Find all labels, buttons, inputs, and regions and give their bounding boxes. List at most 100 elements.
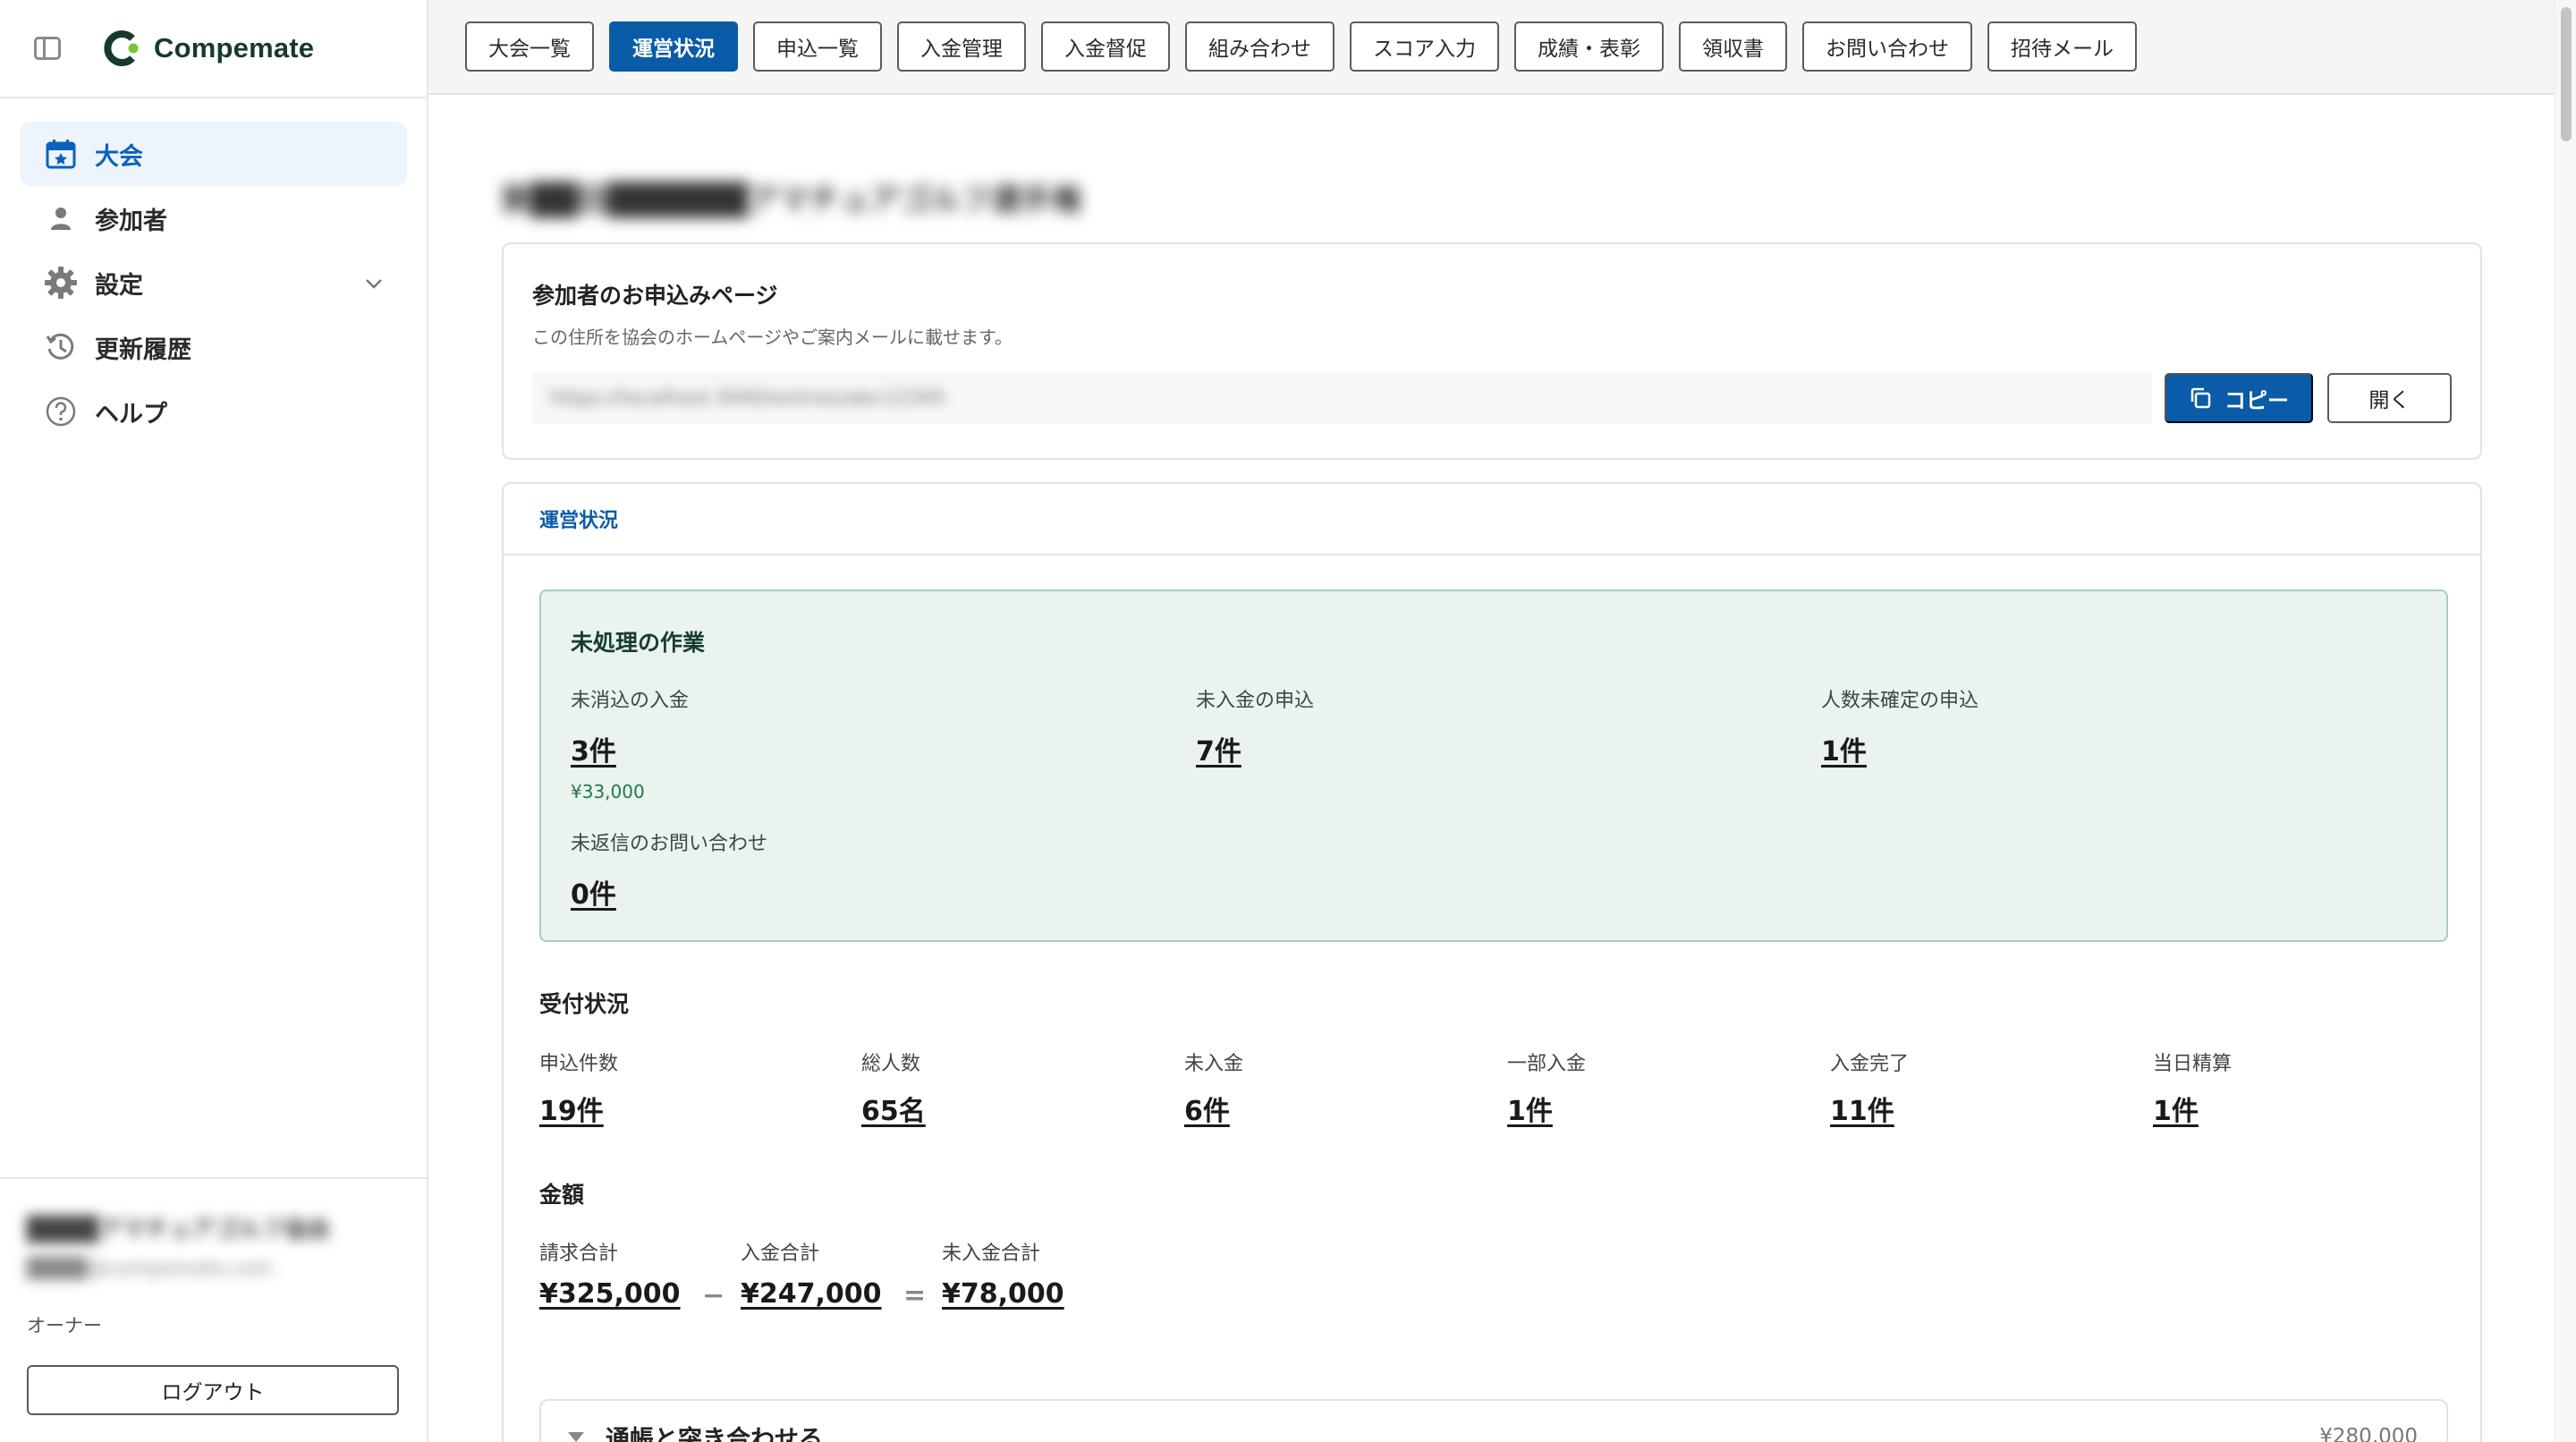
tab-payment-management[interactable]: 入金管理 [897,21,1026,72]
reception-fully-paid: 入金完了 11件 [1830,1048,1909,1128]
scrollbar-thumb[interactable] [2561,7,2572,141]
pending-unanswered-inquiries: 未返信のお問い合わせ 0件 [571,827,767,912]
url-row: https://localhost:3000/entries/abc12345 … [532,372,2453,424]
page-scrollbar[interactable] [2555,0,2576,1442]
pending-unpaid-applications: 未入金の申込 7件 [1196,684,1314,768]
amount-value-link[interactable]: ¥325,000 [539,1278,681,1310]
sidebar-item-label: 大会 [95,142,143,171]
tab-event-list[interactable]: 大会一覧 [465,21,594,72]
application-url: https://localhost:3000/entries/abc12345 [550,386,945,410]
operation-status-card: 運営状況 未処理の作業 未消込の入金 3件 ¥33,000 未入金の申込 7件 … [502,482,2482,1442]
caret-down-icon [568,1431,584,1442]
app-name: Compemate [154,32,315,64]
sidebar-item-label: ヘルプ [95,400,167,428]
reception-count-link[interactable]: 6件 [1184,1089,1230,1128]
sidebar-nav: 大会 参加者 設定 更新履歴 ヘルプ [0,98,427,444]
tab-score-entry[interactable]: スコア入力 [1350,21,1499,72]
reception-count-link[interactable]: 1件 [2153,1089,2199,1128]
reception-total-people: 総人数 65名 [861,1048,926,1128]
chevron-down-icon[interactable] [364,274,384,293]
account-role: オーナー [27,1315,102,1336]
sidebar-item-label: 参加者 [95,207,167,235]
pending-amount: ¥33,000 [571,781,645,802]
application-page-description: この住所を協会のホームページやご案内メールに載せます。 [532,327,1013,348]
reception-pay-on-day: 当日精算 1件 [2153,1048,2232,1128]
sidebar-item-label: 設定 [95,271,143,300]
sidebar-toggle-icon[interactable] [34,37,61,60]
tab-invite-email[interactable]: 招待メール [1987,21,2137,72]
application-page-card: 参加者のお申込みページ この住所を協会のホームページやご案内メールに載せます。 … [502,242,2482,460]
reception-title: 受付状況 [539,991,630,1017]
open-button[interactable]: 開く [2326,373,2453,423]
amount-paid-total: 入金合計 ¥247,000 [741,1237,882,1310]
tab-inquiries[interactable]: お問い合わせ [1802,21,1972,72]
pending-label: 人数未確定の申込 [1821,690,1979,712]
pending-tasks-panel: 未処理の作業 未消込の入金 3件 ¥33,000 未入金の申込 7件 人数未確定… [539,590,2448,942]
pending-tasks-title: 未処理の作業 [571,630,706,656]
sidebar-item-help[interactable]: ヘルプ [20,379,407,444]
minus-operator: − [702,1280,725,1311]
sidebar-item-participants[interactable]: 参加者 [20,186,407,250]
account-email: ████@compemate.com [27,1258,274,1280]
help-circle-icon [43,394,79,429]
calendar-star-icon [43,136,79,172]
tab-receipts[interactable]: 領収書 [1679,21,1787,72]
logout-button[interactable]: ログアウト [27,1365,399,1415]
reception-count-link[interactable]: 19件 [539,1089,604,1128]
reception-label: 未入金 [1184,1053,1244,1075]
amount-value-link[interactable]: ¥247,000 [741,1278,882,1310]
pending-count-link[interactable]: 1件 [1821,729,1867,768]
person-icon [43,200,79,236]
account-panel: ████アマチュアゴルフ協会 ████@compemate.com オーナー ロ… [0,1177,428,1442]
copy-button-label: コピー [2224,388,2290,413]
reconcile-with-passbook-toggle[interactable]: 通帳と突き合わせる ¥280,000 [539,1399,2448,1442]
reception-count-link[interactable]: 65名 [861,1089,926,1128]
reception-label: 申込件数 [539,1053,619,1075]
reception-label: 一部入金 [1507,1053,1587,1075]
reception-unpaid: 未入金 6件 [1184,1048,1243,1128]
sidebar-item-settings[interactable]: 設定 [20,250,407,315]
reception-partial-paid: 一部入金 1件 [1507,1048,1586,1128]
sidebar-item-label: 更新履歴 [95,335,191,364]
tab-applications[interactable]: 申込一覧 [753,21,882,72]
status-tab-row: 運営状況 [504,484,2480,556]
reconcile-amount: ¥280,000 [2319,1425,2418,1442]
organization-name: ████アマチュアゴルフ協会 [27,1217,331,1243]
application-url-field[interactable]: https://localhost:3000/entries/abc12345 [532,372,2153,424]
tab-pairings[interactable]: 組み合わせ [1185,21,1335,72]
amount-value-link[interactable]: ¥78,000 [942,1278,1064,1310]
reconcile-label: 通帳と突き合わせる [606,1425,823,1442]
pending-headcount-unconfirmed: 人数未確定の申込 1件 [1821,684,1979,768]
tab-operation-status[interactable]: 運営状況 [609,21,738,72]
pending-count-link[interactable]: 3件 [571,729,616,768]
gear-icon [43,265,79,301]
reception-label: 入金完了 [1830,1053,1910,1075]
pending-label: 未消込の入金 [571,690,690,712]
amount-billed-total: 請求合計 ¥325,000 [539,1237,681,1310]
page-title: 第██回██████アマチュアゴルフ選手権 [500,182,1082,218]
pending-count-link[interactable]: 7件 [1196,729,1241,768]
sidebar-header: Compemate [0,0,427,98]
main-content: 第██回██████アマチュアゴルフ選手権 参加者のお申込みページ この住所を協… [428,95,2555,1442]
reception-count-link[interactable]: 1件 [1507,1089,1553,1128]
amount-label: 請求合計 [539,1243,619,1265]
sidebar: Compemate 大会 参加者 設定 更新履歴 ヘルプ ████アマチュアゴル… [0,0,428,1442]
reception-label: 当日精算 [2153,1053,2233,1075]
app-logo[interactable]: Compemate [102,29,314,68]
equals-operator: = [903,1280,927,1311]
copy-button[interactable]: コピー [2165,373,2313,423]
reception-applications: 申込件数 19件 [539,1048,618,1128]
pending-count-link[interactable]: 0件 [571,872,616,912]
tab-status-overview[interactable]: 運営状況 [539,505,618,533]
tab-payment-reminder[interactable]: 入金督促 [1041,21,1170,72]
sidebar-item-history[interactable]: 更新履歴 [20,315,407,379]
pending-label: 未返信のお問い合わせ [571,833,768,855]
reception-label: 総人数 [861,1053,921,1075]
tab-bar: 大会一覧 運営状況 申込一覧 入金管理 入金督促 組み合わせ スコア入力 成績・… [428,0,2555,95]
history-icon [43,329,79,365]
tab-results-awards[interactable]: 成績・表彰 [1514,21,1664,72]
amount-unpaid-total: 未入金合計 ¥78,000 [942,1237,1064,1310]
sidebar-item-events[interactable]: 大会 [20,122,407,186]
reception-count-link[interactable]: 11件 [1830,1089,1894,1128]
amount-label: 未入金合計 [942,1243,1041,1265]
